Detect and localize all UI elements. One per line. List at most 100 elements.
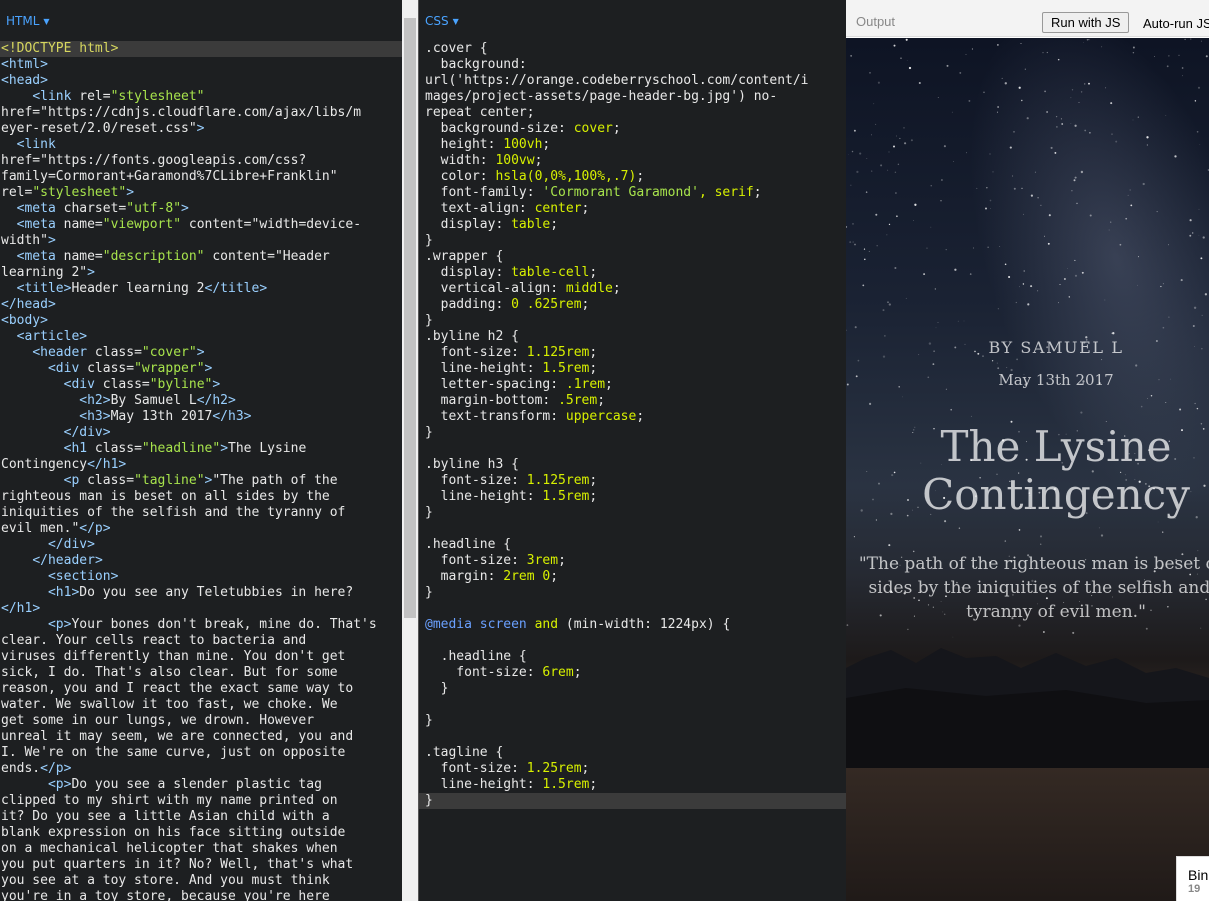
html-code-line[interactable]: clear. Your cells react to bacteria and: [1, 633, 401, 649]
html-code-line[interactable]: water. We swallow it too fast, we choke.…: [1, 697, 401, 713]
html-code-line[interactable]: <body>: [1, 313, 401, 329]
css-code-line[interactable]: font-size: 1.125rem;: [425, 473, 845, 489]
css-code-line[interactable]: .byline h2 {: [425, 329, 845, 345]
html-code-line[interactable]: width">: [1, 233, 401, 249]
html-code-line[interactable]: iniquities of the selfish and the tyrann…: [1, 505, 401, 521]
html-code-line[interactable]: <h2>By Samuel L</h2>: [1, 393, 401, 409]
run-with-js-button[interactable]: Run with JS: [1042, 12, 1130, 33]
html-editor-scrollbar[interactable]: [402, 0, 418, 901]
css-code-line[interactable]: margin-bottom: .5rem;: [425, 393, 845, 409]
html-code-line[interactable]: sick, I do. That's also clear. But for s…: [1, 665, 401, 681]
html-code-line[interactable]: <p>Your bones don't break, mine do. That…: [1, 617, 401, 633]
html-code-line[interactable]: <meta name="viewport" content="width=dev…: [1, 217, 401, 233]
css-code-line[interactable]: font-size: 1.25rem;: [425, 761, 845, 777]
html-code-line[interactable]: viruses differently than mine. You don't…: [1, 649, 401, 665]
html-code-line[interactable]: righteous man is beset on all sides by t…: [1, 489, 401, 505]
css-code-line[interactable]: repeat center;: [425, 105, 845, 121]
css-code-line[interactable]: .cover {: [425, 41, 845, 57]
html-code-line[interactable]: it? Do you see a little Asian child with…: [1, 809, 401, 825]
html-code-line[interactable]: Contingency</h1>: [1, 457, 401, 473]
html-code-line[interactable]: href="https://fonts.googleapis.com/css?: [1, 153, 401, 169]
css-code-line[interactable]: }: [425, 313, 845, 329]
css-code-line[interactable]: .tagline {: [425, 745, 845, 761]
css-code-editor[interactable]: .cover { background: url('https://orange.…: [419, 41, 846, 809]
html-panel-dropdown[interactable]: HTML ▼: [6, 14, 50, 28]
css-code-line[interactable]: width: 100vw;: [425, 153, 845, 169]
css-code-line[interactable]: font-size: 3rem;: [425, 553, 845, 569]
html-editor-pane[interactable]: HTML ▼ <!DOCTYPE html> <html> <head> <link …: [0, 0, 418, 901]
html-code-line[interactable]: on a mechanical helicopter that shakes w…: [1, 841, 401, 857]
html-code-line[interactable]: rel="stylesheet">: [1, 185, 401, 201]
html-code-line[interactable]: ends.</p>: [1, 761, 401, 777]
html-code-line[interactable]: <meta charset="utf-8">: [1, 201, 401, 217]
css-code-line[interactable]: }: [425, 425, 845, 441]
css-code-line[interactable]: display: table-cell;: [425, 265, 845, 281]
css-code-line[interactable]: .headline {: [425, 537, 845, 553]
html-code-line[interactable]: <section>: [1, 569, 401, 585]
html-code-line[interactable]: <div class="byline">: [1, 377, 401, 393]
css-code-line[interactable]: font-size: 1.125rem;: [425, 345, 845, 361]
html-code-line[interactable]: <h1>Do you see any Teletubbies in here?: [1, 585, 401, 601]
css-code-line[interactable]: }: [419, 793, 846, 809]
html-code-line[interactable]: reason, you and I react the exact same w…: [1, 681, 401, 697]
css-code-line[interactable]: padding: 0 .625rem;: [425, 297, 845, 313]
css-code-line[interactable]: text-align: center;: [425, 201, 845, 217]
html-code-line[interactable]: <title>Header learning 2</title>: [1, 281, 401, 297]
bin-badge[interactable]: Bin 19: [1176, 856, 1209, 901]
html-code-line[interactable]: clipped to my shirt with my name printed…: [1, 793, 401, 809]
html-code-editor[interactable]: <!DOCTYPE html> <html> <head> <link rel="s…: [0, 41, 402, 901]
html-code-line[interactable]: </h1>: [1, 601, 401, 617]
css-panel-dropdown[interactable]: CSS ▼: [425, 14, 459, 28]
html-code-line[interactable]: get some in our lungs, we drown. However: [1, 713, 401, 729]
css-code-line[interactable]: [425, 729, 845, 745]
css-code-line[interactable]: .byline h3 {: [425, 457, 845, 473]
css-code-line[interactable]: url('https://orange.codeberryschool.com/…: [425, 73, 845, 89]
css-code-line[interactable]: line-height: 1.5rem;: [425, 777, 845, 793]
css-code-line[interactable]: [425, 521, 845, 537]
html-code-line[interactable]: you put quarters in it? No? Well, that's…: [1, 857, 401, 873]
css-code-line[interactable]: [425, 697, 845, 713]
html-code-line[interactable]: learning 2">: [1, 265, 401, 281]
html-code-line[interactable]: <div class="wrapper">: [1, 361, 401, 377]
css-code-line[interactable]: height: 100vh;: [425, 137, 845, 153]
css-code-line[interactable]: color: hsla(0,0%,100%,.7);: [425, 169, 845, 185]
html-code-line[interactable]: family=Cormorant+Garamond%7CLibre+Frankl…: [1, 169, 401, 185]
css-code-line[interactable]: }: [425, 713, 845, 729]
auto-run-js-toggle[interactable]: Auto-run JS: [1143, 16, 1209, 31]
html-code-line[interactable]: </header>: [1, 553, 401, 569]
css-code-line[interactable]: background-size: cover;: [425, 121, 845, 137]
css-editor-pane[interactable]: CSS ▼ .cover { background: url('https://or…: [418, 0, 846, 901]
scrollbar-thumb[interactable]: [404, 18, 416, 618]
html-code-line[interactable]: </div>: [1, 537, 401, 553]
html-code-line[interactable]: <link rel="stylesheet": [1, 89, 401, 105]
css-code-line[interactable]: .headline {: [425, 649, 845, 665]
css-code-line[interactable]: font-size: 6rem;: [425, 665, 845, 681]
html-code-line[interactable]: unreal it may seem, we are connected, yo…: [1, 729, 401, 745]
css-code-line[interactable]: font-family: 'Cormorant Garamond', serif…: [425, 185, 845, 201]
css-code-line[interactable]: background:: [425, 57, 845, 73]
html-code-line[interactable]: <h3>May 13th 2017</h3>: [1, 409, 401, 425]
html-code-line[interactable]: <meta name="description" content="Header: [1, 249, 401, 265]
html-code-line[interactable]: <html>: [1, 57, 401, 73]
css-code-line[interactable]: }: [425, 505, 845, 521]
html-code-line[interactable]: <header class="cover">: [1, 345, 401, 361]
html-code-line[interactable]: evil men."</p>: [1, 521, 401, 537]
html-code-line[interactable]: href="https://cdnjs.cloudflare.com/ajax/…: [1, 105, 401, 121]
html-code-line[interactable]: <head>: [1, 73, 401, 89]
html-code-line[interactable]: <!DOCTYPE html>: [0, 41, 402, 57]
html-code-line[interactable]: you see at a toy store. And you must thi…: [1, 873, 401, 889]
html-code-line[interactable]: <p class="tagline">"The path of the: [1, 473, 401, 489]
css-code-line[interactable]: line-height: 1.5rem;: [425, 361, 845, 377]
css-code-line[interactable]: [425, 601, 845, 617]
html-code-line[interactable]: <p>Do you see a slender plastic tag: [1, 777, 401, 793]
css-code-line[interactable]: display: table;: [425, 217, 845, 233]
css-code-line[interactable]: }: [425, 681, 845, 697]
css-code-line[interactable]: vertical-align: middle;: [425, 281, 845, 297]
css-code-line[interactable]: margin: 2rem 0;: [425, 569, 845, 585]
css-code-line[interactable]: line-height: 1.5rem;: [425, 489, 845, 505]
css-code-line[interactable]: }: [425, 233, 845, 249]
html-code-line[interactable]: I. We're on the same curve, just on oppo…: [1, 745, 401, 761]
html-code-line[interactable]: </div>: [1, 425, 401, 441]
css-code-line[interactable]: }: [425, 585, 845, 601]
html-code-line[interactable]: blank expression on his face sitting out…: [1, 825, 401, 841]
